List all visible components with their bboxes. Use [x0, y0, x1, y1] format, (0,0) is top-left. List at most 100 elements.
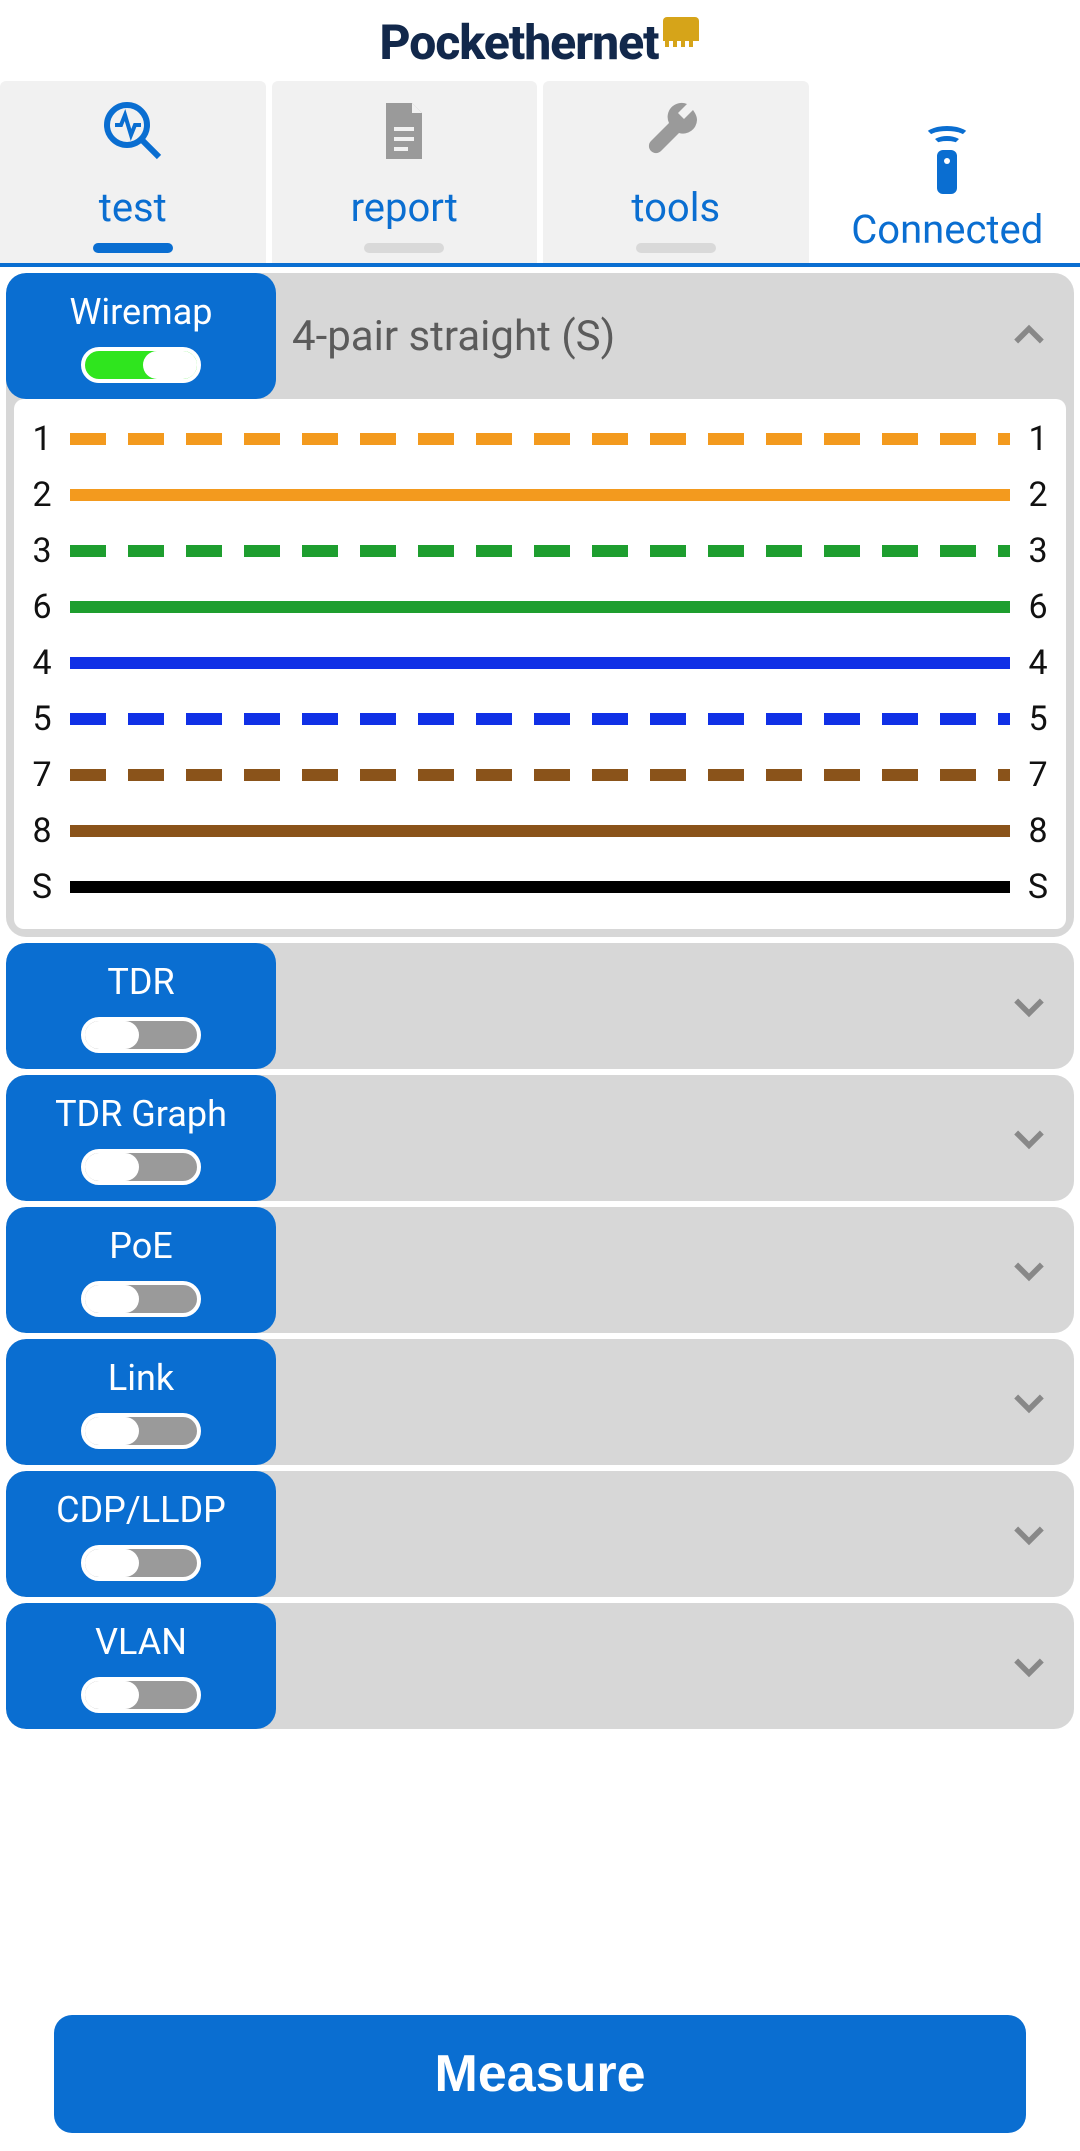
- section-toggle-tab[interactable]: TDR: [6, 943, 276, 1069]
- enable-toggle[interactable]: [81, 1281, 201, 1317]
- wire-line: [70, 545, 1010, 557]
- pin-right: 5: [1020, 699, 1056, 739]
- wire-line: [70, 601, 1010, 613]
- wire-row: 33: [24, 523, 1056, 579]
- wire-row: 88: [24, 803, 1056, 859]
- section-poe: PoE: [6, 1207, 1074, 1333]
- wire-row: 44: [24, 635, 1056, 691]
- search-pulse-icon: [101, 99, 165, 172]
- section-toggle-tab[interactable]: TDR Graph: [6, 1075, 276, 1201]
- pin-left: 6: [24, 587, 60, 627]
- wire-line: [70, 489, 1010, 501]
- section-summary: [276, 1075, 984, 1201]
- brand-name: Pockethernet: [379, 14, 658, 71]
- device-signal-icon: [927, 134, 967, 194]
- chevron-down-icon[interactable]: [984, 1471, 1074, 1597]
- chevron-down-icon[interactable]: [984, 1603, 1074, 1729]
- tab-connection-status[interactable]: Connected: [815, 81, 1080, 263]
- section-header: TDR Graph: [6, 1075, 1074, 1201]
- wire-row: 11: [24, 411, 1056, 467]
- section-toggle-tab[interactable]: CDP/LLDP: [6, 1471, 276, 1597]
- chevron-up-icon[interactable]: [984, 273, 1074, 399]
- pin-left: 3: [24, 531, 60, 571]
- wire-row: 55: [24, 691, 1056, 747]
- section-title: TDR: [107, 961, 174, 1003]
- chevron-down-icon[interactable]: [984, 1339, 1074, 1465]
- pin-right: 3: [1020, 531, 1056, 571]
- pin-left: S: [24, 867, 60, 907]
- wrench-icon: [644, 99, 708, 172]
- enable-toggle[interactable]: [81, 347, 201, 383]
- section-vlan: VLAN: [6, 1603, 1074, 1729]
- section-tdr: TDR: [6, 943, 1074, 1069]
- enable-toggle[interactable]: [81, 1017, 201, 1053]
- pin-right: 6: [1020, 587, 1056, 627]
- enable-toggle[interactable]: [81, 1677, 201, 1713]
- section-toggle-tab[interactable]: Link: [6, 1339, 276, 1465]
- section-title: VLAN: [95, 1621, 187, 1663]
- connection-status-label: Connected: [851, 206, 1043, 253]
- pin-left: 7: [24, 755, 60, 795]
- wire-row: SS: [24, 859, 1056, 915]
- document-icon: [372, 99, 436, 172]
- section-summary: 4-pair straight (S): [276, 273, 984, 399]
- pin-right: 8: [1020, 811, 1056, 851]
- tab-test[interactable]: test: [0, 81, 266, 263]
- section-toggle-tab[interactable]: PoE: [6, 1207, 276, 1333]
- wire-line: [70, 881, 1010, 893]
- measure-button[interactable]: Measure: [54, 2015, 1026, 2133]
- wire-line: [70, 657, 1010, 669]
- tab-tools[interactable]: tools: [543, 81, 809, 263]
- wiremap-body: 1122336644557788SS: [14, 399, 1066, 929]
- chevron-down-icon[interactable]: [984, 1207, 1074, 1333]
- rj45-icon: [663, 17, 699, 41]
- main-tabs: test report tools Conn: [0, 81, 1080, 267]
- pin-right: 2: [1020, 475, 1056, 515]
- section-header: TDR: [6, 943, 1074, 1069]
- section-header: Wiremap4-pair straight (S): [6, 273, 1074, 399]
- section-header: VLAN: [6, 1603, 1074, 1729]
- pin-left: 2: [24, 475, 60, 515]
- pin-right: 4: [1020, 643, 1056, 683]
- pin-right: S: [1020, 867, 1056, 907]
- wire-row: 22: [24, 467, 1056, 523]
- enable-toggle[interactable]: [81, 1149, 201, 1185]
- section-toggle-tab[interactable]: VLAN: [6, 1603, 276, 1729]
- pin-left: 8: [24, 811, 60, 851]
- section-summary: [276, 1339, 984, 1465]
- section-summary: [276, 1207, 984, 1333]
- tab-label: test: [99, 184, 167, 231]
- chevron-down-icon[interactable]: [984, 1075, 1074, 1201]
- brand-header: Pockethernet: [0, 0, 1080, 81]
- wire-line: [70, 433, 1010, 445]
- section-title: PoE: [109, 1225, 172, 1267]
- enable-toggle[interactable]: [81, 1545, 201, 1581]
- section-title: CDP/LLDP: [56, 1489, 226, 1531]
- section-tdr_graph: TDR Graph: [6, 1075, 1074, 1201]
- chevron-down-icon[interactable]: [984, 943, 1074, 1069]
- pin-left: 4: [24, 643, 60, 683]
- enable-toggle[interactable]: [81, 1413, 201, 1449]
- wire-row: 77: [24, 747, 1056, 803]
- pin-left: 1: [24, 419, 60, 459]
- pin-left: 5: [24, 699, 60, 739]
- sections-list: Wiremap4-pair straight (S)11223366445577…: [0, 267, 1080, 1729]
- section-header: Link: [6, 1339, 1074, 1465]
- tab-indicator: [93, 243, 173, 253]
- tab-indicator: [364, 243, 444, 253]
- wire-row: 66: [24, 579, 1056, 635]
- section-link: Link: [6, 1339, 1074, 1465]
- section-title: TDR Graph: [55, 1093, 227, 1135]
- wire-line: [70, 713, 1010, 725]
- pin-right: 1: [1020, 419, 1056, 459]
- wire-line: [70, 769, 1010, 781]
- section-wiremap: Wiremap4-pair straight (S)11223366445577…: [6, 273, 1074, 937]
- tab-label: tools: [631, 184, 720, 231]
- section-summary: [276, 1471, 984, 1597]
- tab-report[interactable]: report: [272, 81, 538, 263]
- section-summary: [276, 1603, 984, 1729]
- section-header: PoE: [6, 1207, 1074, 1333]
- section-title: Link: [108, 1357, 174, 1399]
- section-toggle-tab[interactable]: Wiremap: [6, 273, 276, 399]
- wire-line: [70, 825, 1010, 837]
